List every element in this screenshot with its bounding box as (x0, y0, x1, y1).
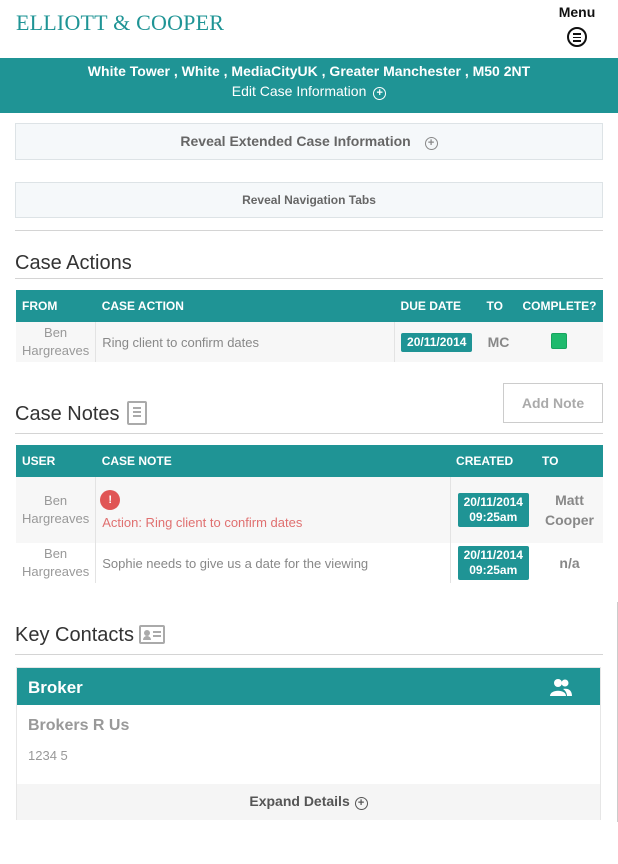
from-name-line2: Hargreaves (22, 343, 90, 358)
column-header-to: TO (536, 445, 603, 477)
due-date-badge: 20/11/2014 (401, 332, 473, 352)
column-header-case-action: CASE ACTION (95, 290, 395, 322)
created-time: 09:25am (469, 563, 518, 577)
from-name-line1: Ben (44, 325, 68, 340)
divider (15, 230, 603, 231)
case-note-cell: Sophie needs to give us a date for the v… (95, 543, 451, 583)
from-cell: Ben Hargreaves (16, 322, 96, 362)
column-header-case-note: CASE NOTE (95, 445, 451, 477)
edit-case-information-label[interactable]: Edit Case Information (232, 83, 367, 99)
user-name-line2: Hargreaves (22, 564, 90, 579)
edit-case-information-link[interactable]: Edit Case Information + (232, 83, 387, 100)
column-header-to: TO (480, 290, 517, 322)
plus-circle-icon[interactable]: + (373, 87, 387, 100)
expand-details-button[interactable]: Expand Details + (17, 784, 600, 820)
to-name-line2: Cooper (545, 512, 594, 528)
user-cell: Ben Hargreaves (16, 543, 96, 583)
logo[interactable]: ELLIOTT & COOPER (16, 10, 224, 36)
created-time: 09:25am (469, 510, 518, 524)
case-address-banner: White Tower , White , MediaCityUK , Grea… (0, 58, 618, 113)
plus-circle-icon[interactable]: + (424, 137, 438, 150)
table-row[interactable]: Ben Hargreaves Ring client to confirm da… (16, 322, 603, 362)
table-header-row: USER CASE NOTE CREATED TO (16, 445, 603, 477)
column-header-complete: COMPLETE? (516, 290, 603, 322)
table-row[interactable]: Ben Hargreaves Sophie needs to give us a… (16, 543, 603, 583)
document-icon (127, 401, 147, 425)
reveal-extended-case-information-button[interactable]: Reveal Extended Case Information + (15, 123, 603, 160)
divider (15, 433, 603, 434)
created-date: 20/11/2014 (463, 548, 523, 562)
broker-contact-card: Broker Brokers R Us 1234 5 Expand Detail… (16, 667, 601, 820)
to-cell: n/a (536, 543, 603, 583)
to-cell: Matt Cooper (536, 477, 603, 543)
reveal-extended-label[interactable]: Reveal Extended Case Information (180, 133, 410, 149)
created-badge: 20/11/2014 09:25am (457, 546, 529, 580)
contact-card-icon (139, 625, 165, 644)
menu-label[interactable]: Menu (552, 4, 602, 20)
key-contacts-title: Key Contacts (15, 624, 134, 646)
expand-details-label[interactable]: Expand Details (249, 793, 349, 809)
case-actions-table: FROM CASE ACTION DUE DATE TO COMPLETE? B… (16, 290, 603, 362)
case-address: White Tower , White , MediaCityUK , Grea… (87, 63, 531, 79)
divider (15, 654, 603, 655)
column-header-user: USER (16, 445, 96, 477)
case-actions-title: Case Actions (15, 252, 132, 274)
column-header-from: FROM (16, 290, 96, 322)
card-heading: Broker (28, 678, 83, 697)
table-row[interactable]: Ben Hargreaves ! Action: Ring client to … (16, 477, 603, 543)
user-name-line1: Ben (44, 546, 68, 561)
column-header-created: CREATED (450, 445, 537, 477)
divider (15, 278, 603, 279)
table-header-row: FROM CASE ACTION DUE DATE TO COMPLETE? (16, 290, 603, 322)
people-icon[interactable] (550, 678, 572, 696)
complete-cell (516, 322, 603, 362)
contact-number: 1234 5 (28, 748, 68, 763)
created-cell: 20/11/2014 09:25am (449, 543, 537, 583)
case-notes-title: Case Notes (15, 403, 120, 425)
reveal-navigation-label[interactable]: Reveal Navigation Tabs (242, 193, 376, 207)
alert-badge-icon: ! (102, 491, 119, 508)
note-text: Action: Ring client to confirm dates (102, 514, 303, 530)
created-cell: 20/11/2014 09:25am (449, 477, 537, 543)
contact-company-name: Brokers R Us (28, 717, 130, 734)
complete-checkbox[interactable] (551, 332, 568, 349)
to-name-line1: Matt (555, 492, 584, 508)
user-cell: Ben Hargreaves (16, 477, 96, 543)
card-header: Broker (17, 668, 600, 705)
add-note-button[interactable]: Add Note (503, 383, 603, 423)
hamburger-circle-icon[interactable] (567, 27, 587, 47)
reveal-navigation-tabs-button[interactable]: Reveal Navigation Tabs (15, 182, 603, 218)
user-name-line1: Ben (44, 493, 68, 508)
case-action-cell: Ring client to confirm dates (95, 322, 395, 362)
menu-button[interactable]: Menu (552, 4, 602, 52)
created-badge: 20/11/2014 09:25am (457, 493, 529, 527)
top-bar: ELLIOTT & COOPER Menu (0, 0, 618, 58)
column-header-due-date: DUE DATE (394, 290, 481, 322)
plus-circle-icon[interactable]: + (354, 797, 368, 810)
case-note-cell: ! Action: Ring client to confirm dates (95, 477, 451, 543)
user-name-line2: Hargreaves (22, 511, 90, 526)
to-cell: MC (480, 322, 517, 362)
case-notes-table: USER CASE NOTE CREATED TO Ben Hargreaves… (16, 445, 603, 583)
due-date-cell: 20/11/2014 (394, 322, 481, 362)
created-date: 20/11/2014 (463, 495, 523, 509)
